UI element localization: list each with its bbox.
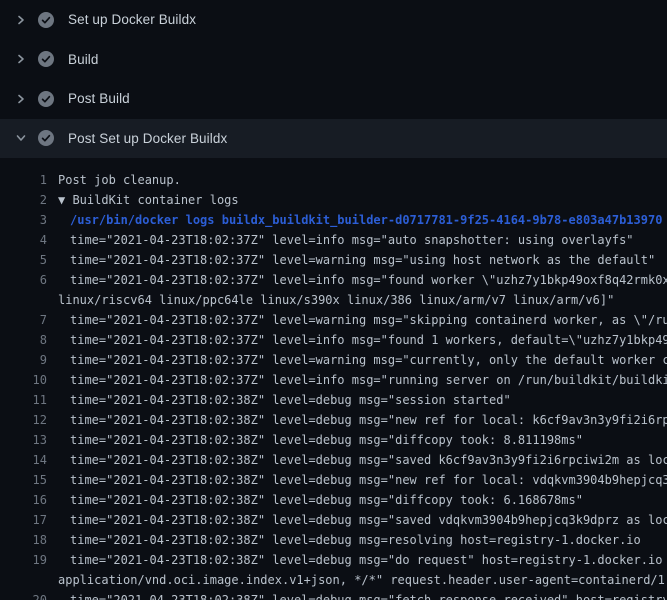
check-circle-icon bbox=[38, 12, 54, 28]
log-text: time="2021-04-23T18:02:37Z" level=info m… bbox=[47, 330, 667, 350]
log-text: time="2021-04-23T18:02:37Z" level=warnin… bbox=[47, 310, 667, 330]
log-line-number[interactable]: 5 bbox=[0, 250, 47, 270]
log-line: 10 time="2021-04-23T18:02:37Z" level=inf… bbox=[0, 370, 667, 390]
log-line-number[interactable]: 15 bbox=[0, 470, 47, 490]
log-line: 17 time="2021-04-23T18:02:38Z" level=deb… bbox=[0, 510, 667, 530]
log-line-number[interactable]: 19 bbox=[0, 550, 47, 570]
step-title: Set up Docker Buildx bbox=[68, 12, 196, 27]
log-text: time="2021-04-23T18:02:37Z" level=warnin… bbox=[47, 350, 667, 370]
check-circle-icon bbox=[38, 130, 54, 146]
log-line: 18 time="2021-04-23T18:02:38Z" level=deb… bbox=[0, 530, 667, 550]
log-line-number[interactable]: 11 bbox=[0, 390, 47, 410]
log-line: 20 time="2021-04-23T18:02:38Z" level=deb… bbox=[0, 590, 667, 600]
log-line: 12 time="2021-04-23T18:02:38Z" level=deb… bbox=[0, 410, 667, 430]
log-line: 3 /usr/bin/docker logs buildx_buildkit_b… bbox=[0, 210, 667, 230]
step-section-post-setup-docker-buildx[interactable]: Post Set up Docker Buildx bbox=[0, 119, 667, 159]
step-title: Post Build bbox=[68, 91, 130, 106]
log-line: 7 time="2021-04-23T18:02:37Z" level=warn… bbox=[0, 310, 667, 330]
log-text: time="2021-04-23T18:02:38Z" level=debug … bbox=[47, 490, 583, 510]
log-line-number[interactable]: 18 bbox=[0, 530, 47, 550]
log-line-number[interactable]: 10 bbox=[0, 370, 47, 390]
log-text: time="2021-04-23T18:02:37Z" level=info m… bbox=[47, 230, 634, 250]
log-text: time="2021-04-23T18:02:38Z" level=debug … bbox=[47, 430, 583, 450]
step-section-build[interactable]: Build bbox=[0, 40, 667, 80]
log-line-number[interactable]: 2 bbox=[0, 190, 47, 210]
log-line: 8 time="2021-04-23T18:02:37Z" level=info… bbox=[0, 330, 667, 350]
log-line-number[interactable]: 6 bbox=[0, 270, 47, 290]
log-line-number[interactable]: 16 bbox=[0, 490, 47, 510]
log-line-number[interactable] bbox=[0, 570, 47, 590]
log-line: 15 time="2021-04-23T18:02:38Z" level=deb… bbox=[0, 470, 667, 490]
log-text: time="2021-04-23T18:02:38Z" level=debug … bbox=[47, 410, 667, 430]
step-title: Build bbox=[68, 52, 99, 67]
log-group-toggle[interactable]: ▼ BuildKit container logs bbox=[47, 190, 239, 210]
log-line-number[interactable]: 12 bbox=[0, 410, 47, 430]
step-section-post-build[interactable]: Post Build bbox=[0, 79, 667, 119]
chevron-right-icon[interactable] bbox=[13, 51, 29, 67]
step-section-setup-docker-buildx[interactable]: Set up Docker Buildx bbox=[0, 0, 667, 40]
log-line: 5 time="2021-04-23T18:02:37Z" level=warn… bbox=[0, 250, 667, 270]
log-text: linux/riscv64 linux/ppc64le linux/s390x … bbox=[47, 290, 614, 310]
log-text: time="2021-04-23T18:02:38Z" level=debug … bbox=[47, 450, 667, 470]
check-circle-icon bbox=[38, 91, 54, 107]
log-line: 14 time="2021-04-23T18:02:38Z" level=deb… bbox=[0, 450, 667, 470]
log-text: application/vnd.oci.image.index.v1+json,… bbox=[47, 570, 667, 590]
log-text: time="2021-04-23T18:02:38Z" level=debug … bbox=[47, 550, 667, 570]
log-line-number[interactable]: 20 bbox=[0, 590, 47, 600]
log-line: 1 Post job cleanup. bbox=[0, 170, 667, 190]
log-line-number[interactable] bbox=[0, 290, 47, 310]
log-line: 16 time="2021-04-23T18:02:38Z" level=deb… bbox=[0, 490, 667, 510]
log-line: 2 ▼ BuildKit container logs bbox=[0, 190, 667, 210]
log-line-number[interactable]: 4 bbox=[0, 230, 47, 250]
log-line-number[interactable]: 9 bbox=[0, 350, 47, 370]
log-line-number[interactable]: 7 bbox=[0, 310, 47, 330]
log-line: application/vnd.oci.image.index.v1+json,… bbox=[0, 570, 667, 590]
chevron-right-icon[interactable] bbox=[13, 91, 29, 107]
log-line-number[interactable]: 1 bbox=[0, 170, 47, 190]
log-line: 6 time="2021-04-23T18:02:37Z" level=info… bbox=[0, 270, 667, 290]
log-text: Post job cleanup. bbox=[47, 170, 181, 190]
log-text: time="2021-04-23T18:02:38Z" level=debug … bbox=[47, 530, 641, 550]
log-line: 11 time="2021-04-23T18:02:38Z" level=deb… bbox=[0, 390, 667, 410]
log-text: time="2021-04-23T18:02:38Z" level=debug … bbox=[47, 470, 667, 490]
log-line: 9 time="2021-04-23T18:02:37Z" level=warn… bbox=[0, 350, 667, 370]
log-text: time="2021-04-23T18:02:38Z" level=debug … bbox=[47, 390, 511, 410]
actions-log-viewer: Set up Docker Buildx Build Post Build Po… bbox=[0, 0, 667, 600]
log-text: time="2021-04-23T18:02:37Z" level=warnin… bbox=[47, 250, 655, 270]
log-text: time="2021-04-23T18:02:38Z" level=debug … bbox=[47, 510, 667, 530]
log-line: 19 time="2021-04-23T18:02:38Z" level=deb… bbox=[0, 550, 667, 570]
step-log-output: 1 Post job cleanup. 2 ▼ BuildKit contain… bbox=[0, 158, 667, 600]
log-line: 13 time="2021-04-23T18:02:38Z" level=deb… bbox=[0, 430, 667, 450]
chevron-down-icon[interactable] bbox=[13, 130, 29, 146]
log-line-number[interactable]: 3 bbox=[0, 210, 47, 230]
step-section-list: Set up Docker Buildx Build Post Build Po… bbox=[0, 0, 667, 158]
log-text: time="2021-04-23T18:02:38Z" level=debug … bbox=[47, 590, 667, 600]
log-line-number[interactable]: 17 bbox=[0, 510, 47, 530]
chevron-right-icon[interactable] bbox=[13, 12, 29, 28]
step-title: Post Set up Docker Buildx bbox=[68, 131, 227, 146]
log-line: 4 time="2021-04-23T18:02:37Z" level=info… bbox=[0, 230, 667, 250]
log-line-number[interactable]: 14 bbox=[0, 450, 47, 470]
log-line: linux/riscv64 linux/ppc64le linux/s390x … bbox=[0, 290, 667, 310]
log-text: time="2021-04-23T18:02:37Z" level=info m… bbox=[47, 370, 667, 390]
log-text: time="2021-04-23T18:02:37Z" level=info m… bbox=[47, 270, 667, 290]
log-text: /usr/bin/docker logs buildx_buildkit_bui… bbox=[47, 210, 662, 230]
log-line-number[interactable]: 13 bbox=[0, 430, 47, 450]
check-circle-icon bbox=[38, 51, 54, 67]
log-line-number[interactable]: 8 bbox=[0, 330, 47, 350]
